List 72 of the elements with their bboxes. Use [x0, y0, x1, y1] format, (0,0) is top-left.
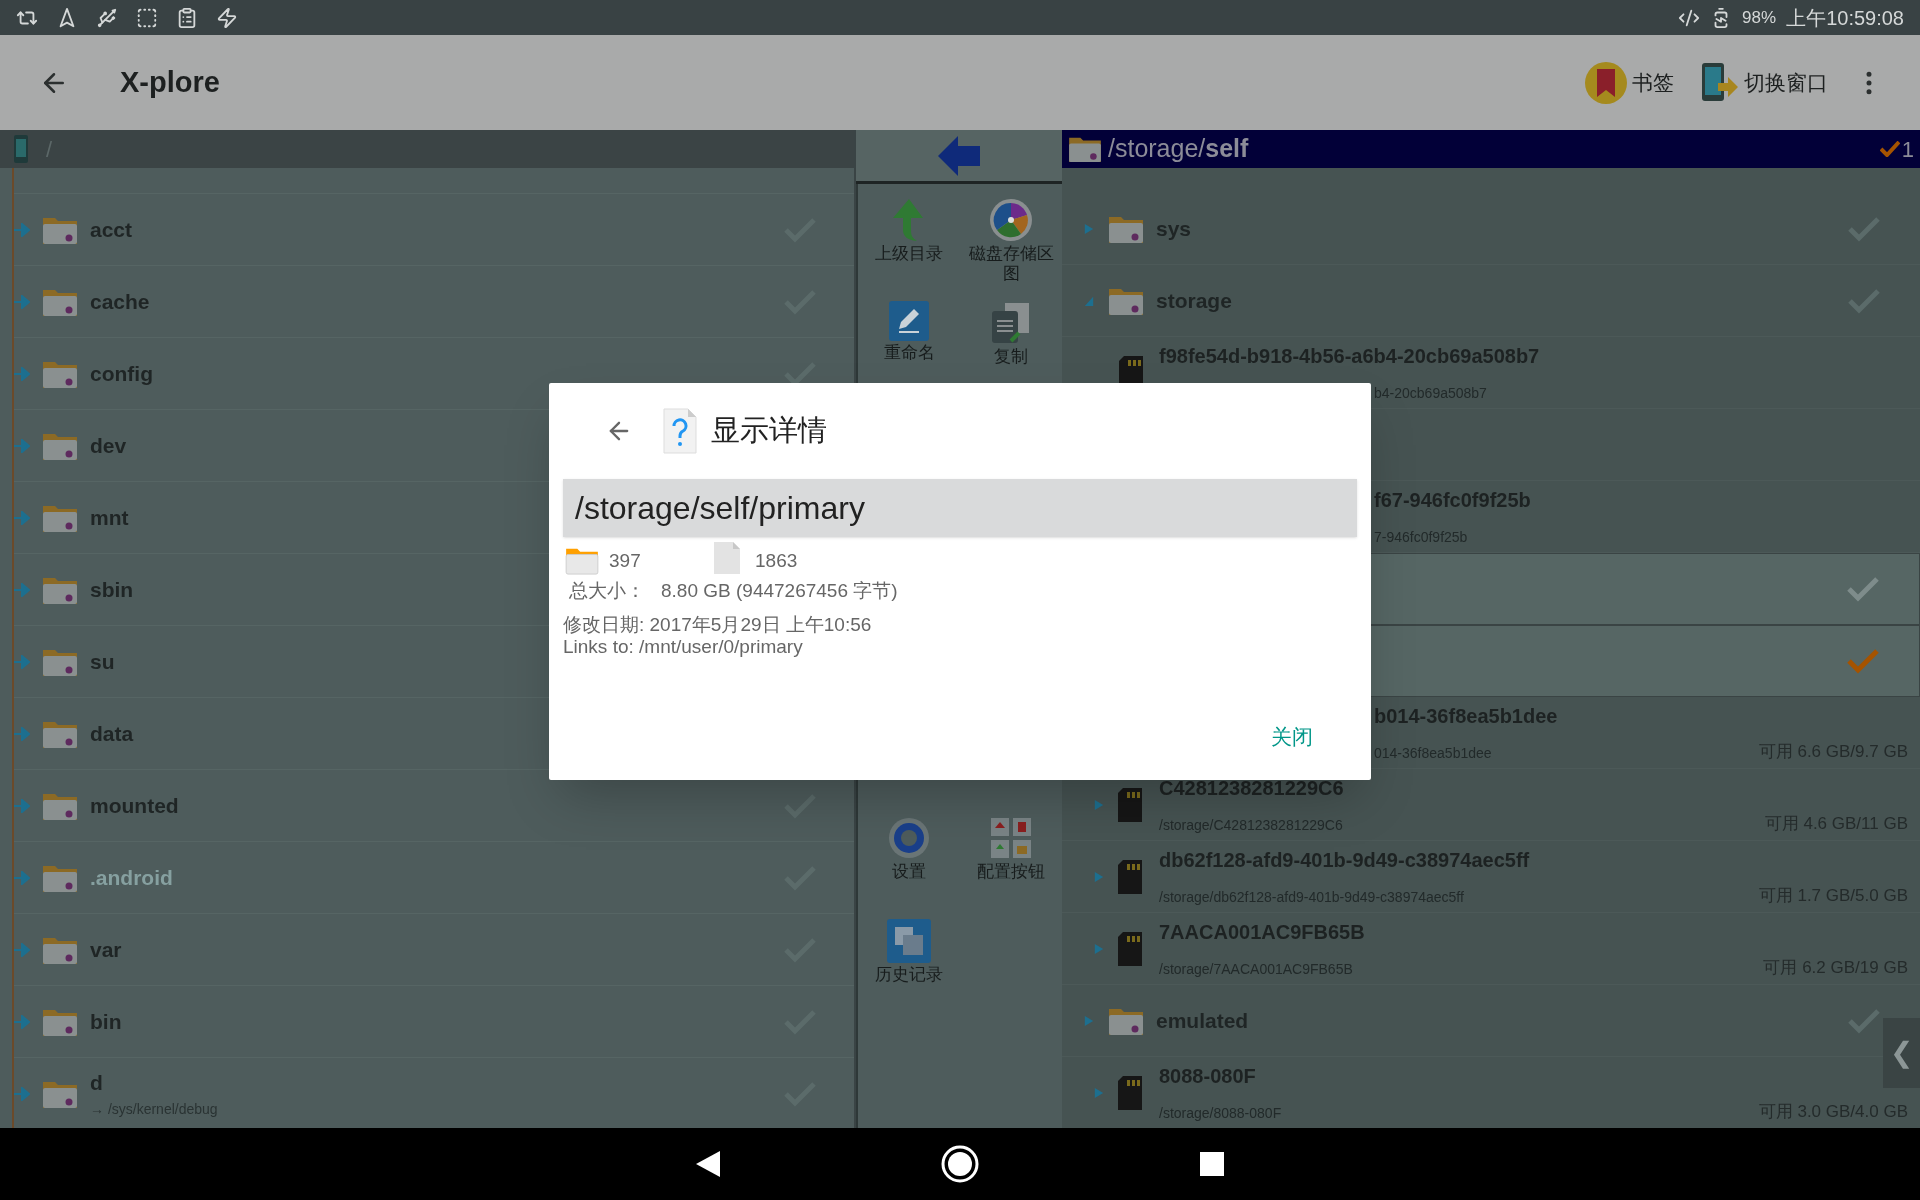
pie-chart-icon	[989, 198, 1033, 242]
back-icon[interactable]	[696, 1151, 720, 1177]
checkmark-icon	[1879, 141, 1900, 157]
recents-icon[interactable]	[1200, 1152, 1224, 1176]
dialog-title: 显示详情	[711, 413, 827, 449]
pencil-icon	[889, 301, 929, 341]
tree-arrow-icon[interactable]	[14, 942, 30, 957]
expand-arrow-icon[interactable]	[1094, 941, 1104, 956]
modified-date: 修改日期: 2017年5月29日 上午10:56	[563, 613, 873, 636]
switch-window-button[interactable]: 切换窗口	[1700, 60, 1828, 105]
folder-count: 397	[609, 548, 642, 573]
expand-arrow-icon[interactable]	[1094, 1085, 1104, 1100]
tree-arrow-icon[interactable]	[14, 1014, 30, 1029]
clipboard-icon	[176, 6, 198, 29]
tree-arrow-icon[interactable]	[14, 294, 30, 309]
current-path: /storage/self	[1108, 133, 1249, 165]
home-icon[interactable]	[940, 1144, 980, 1184]
sd-card-icon	[1116, 1074, 1144, 1111]
file-count: 1863	[755, 548, 798, 573]
tree-arrow-icon[interactable]	[14, 870, 30, 885]
bookmark-icon	[1584, 60, 1628, 105]
tree-arrow-icon[interactable]	[14, 222, 30, 237]
file-icon	[713, 541, 741, 575]
checkmark-icon[interactable]	[1848, 287, 1880, 314]
stacked-windows-icon	[887, 919, 931, 963]
help-document-icon	[663, 408, 697, 454]
sd-card-icon	[1116, 786, 1144, 823]
expand-arrow-icon[interactable]	[1094, 869, 1104, 884]
tree-arrow-icon[interactable]	[14, 438, 30, 453]
tool-button[interactable]: 历史记录	[858, 905, 960, 1008]
bookmarks-button[interactable]: 书签	[1584, 60, 1674, 105]
current-path: /	[46, 135, 53, 164]
tree-arrow-icon[interactable]	[14, 654, 30, 669]
folder-icon	[565, 547, 599, 575]
folder-name[interactable]: .android	[90, 861, 784, 894]
clock: 上午10:59:08	[1786, 5, 1904, 31]
tool-button[interactable]: 上级目录	[858, 184, 960, 287]
folder-icon	[1068, 135, 1102, 163]
tool-button[interactable]: 配置按钮	[960, 802, 1062, 905]
usb-icon	[96, 6, 118, 29]
expand-arrow-icon[interactable]	[1084, 221, 1094, 236]
link-target: Links to: /mnt/user/0/primary	[563, 635, 804, 658]
size-label: 总大小：	[569, 579, 645, 603]
close-button[interactable]: 关闭	[1267, 720, 1317, 752]
tree-arrow-icon[interactable]	[14, 798, 30, 813]
path-field: /storage/self/primary	[563, 479, 1357, 537]
sd-card-icon	[1116, 930, 1144, 967]
marked-count: 1	[1901, 135, 1914, 164]
expand-arrow-icon[interactable]	[1094, 797, 1104, 812]
sd-card-icon	[1116, 858, 1144, 895]
checkmark-icon[interactable]	[1847, 576, 1879, 602]
phone-icon	[14, 135, 28, 163]
bolt-icon	[216, 6, 238, 29]
frame-icon	[136, 6, 158, 29]
tree-arrow-icon[interactable]	[14, 1086, 30, 1101]
button-grid-icon	[989, 816, 1033, 860]
expand-arrow-icon[interactable]	[1084, 1013, 1094, 1028]
checkmark-icon[interactable]	[1848, 215, 1880, 242]
tree-arrow-icon[interactable]	[14, 582, 30, 597]
tree-arrow-icon[interactable]	[14, 366, 30, 381]
checkmark-icon[interactable]	[1848, 1007, 1880, 1034]
tree-arrow-icon[interactable]	[14, 510, 30, 525]
left-arrow-icon[interactable]	[938, 134, 980, 177]
battery-level: 98%	[1742, 6, 1777, 29]
size-value: 8.80 GB (9447267456 字节)	[661, 579, 898, 603]
gear-icon	[887, 816, 931, 860]
tree-arrow-icon[interactable]	[14, 726, 30, 741]
checkmark-icon[interactable]	[1847, 648, 1879, 674]
tool-button[interactable]: 磁盘存储区图	[960, 184, 1062, 287]
tool-button[interactable]: 设置	[858, 802, 960, 905]
app-title: X-plore	[120, 64, 220, 100]
side-handle[interactable]: ❮	[1883, 1018, 1920, 1088]
